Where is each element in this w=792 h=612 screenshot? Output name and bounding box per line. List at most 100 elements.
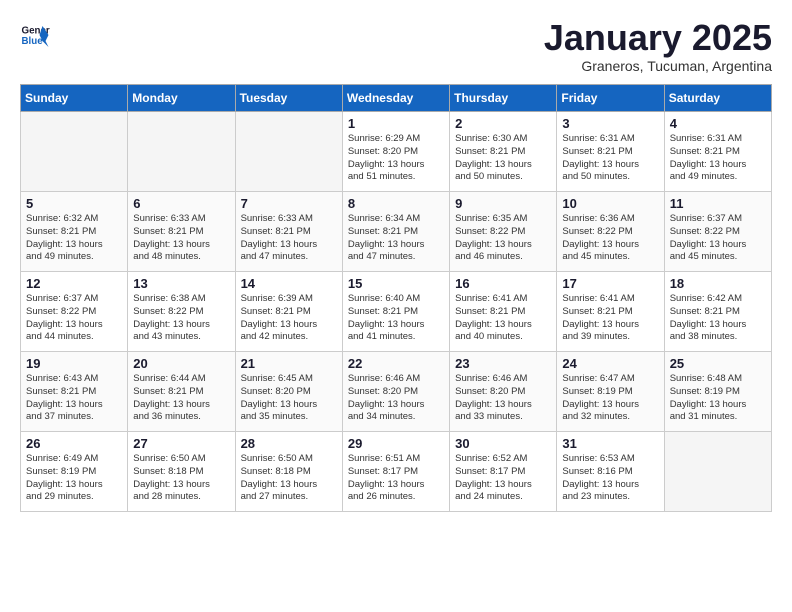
day-number: 2 (455, 116, 551, 131)
cell-info: Sunrise: 6:40 AM Sunset: 8:21 PM Dayligh… (348, 293, 444, 344)
week-row-0: 1 Sunrise: 6:29 AM Sunset: 8:20 PM Daylig… (21, 112, 772, 192)
location-subtitle: Graneros, Tucuman, Argentina (544, 58, 772, 74)
calendar-cell (128, 112, 235, 192)
calendar-cell: 31Sunrise: 6:53 AM Sunset: 8:16 PM Dayli… (557, 432, 664, 512)
cell-info: Sunrise: 6:43 AM Sunset: 8:21 PM Dayligh… (26, 373, 122, 424)
cell-info: Sunrise: 6:35 AM Sunset: 8:22 PM Dayligh… (455, 213, 551, 264)
cell-info: Sunrise: 6:33 AM Sunset: 8:21 PM Dayligh… (133, 213, 229, 264)
calendar-cell: 28 Sunrise: 6:50 AM Sunset: 8:18 PM Dayli… (235, 432, 342, 512)
weekday-header-thursday: Thursday (450, 85, 557, 112)
day-number: 29 (348, 436, 444, 451)
calendar-cell: 23 Sunrise: 6:46 AM Sunset: 8:20 PM Dayli… (450, 352, 557, 432)
week-row-3: 19 Sunrise: 6:43 AM Sunset: 8:21 PM Dayli… (21, 352, 772, 432)
calendar-cell: 10 Sunrise: 6:36 AM Sunset: 8:22 PM Dayli… (557, 192, 664, 272)
day-number: 8 (348, 196, 444, 211)
calendar-cell: 24 Sunrise: 6:47 AM Sunset: 8:19 PM Dayli… (557, 352, 664, 432)
day-number: 20 (133, 356, 229, 371)
cell-info: Sunrise: 6:42 AM Sunset: 8:21 PM Dayligh… (670, 293, 766, 344)
calendar-cell (664, 432, 771, 512)
weekday-header-wednesday: Wednesday (342, 85, 449, 112)
cell-info: Sunrise: 6:41 AM Sunset: 8:21 PM Dayligh… (562, 293, 658, 344)
day-number: 15 (348, 276, 444, 291)
calendar-cell: 26Sunrise: 6:49 AM Sunset: 8:19 PM Dayli… (21, 432, 128, 512)
weekday-header-friday: Friday (557, 85, 664, 112)
calendar-cell (235, 112, 342, 192)
day-number: 7 (241, 196, 337, 211)
cell-info: Sunrise: 6:47 AM Sunset: 8:19 PM Dayligh… (562, 373, 658, 424)
cell-info: Sunrise: 6:48 AM Sunset: 8:19 PM Dayligh… (670, 373, 766, 424)
cell-info: Sunrise: 6:31 AM Sunset: 8:21 PM Dayligh… (562, 133, 658, 184)
day-number: 19 (26, 356, 122, 371)
cell-info: Sunrise: 6:45 AM Sunset: 8:20 PM Dayligh… (241, 373, 337, 424)
cell-info: Sunrise: 6:32 AM Sunset: 8:21 PM Dayligh… (26, 213, 122, 264)
day-number: 25 (670, 356, 766, 371)
calendar-cell: 12 Sunrise: 6:37 AM Sunset: 8:22 PM Dayli… (21, 272, 128, 352)
cell-info: Sunrise: 6:41 AM Sunset: 8:21 PM Dayligh… (455, 293, 551, 344)
cell-info: Sunrise: 6:44 AM Sunset: 8:21 PM Dayligh… (133, 373, 229, 424)
cell-info: Sunrise: 6:30 AM Sunset: 8:21 PM Dayligh… (455, 133, 551, 184)
calendar-cell: 18 Sunrise: 6:42 AM Sunset: 8:21 PM Dayli… (664, 272, 771, 352)
calendar-cell: 2 Sunrise: 6:30 AM Sunset: 8:21 PM Daylig… (450, 112, 557, 192)
cell-info: Sunrise: 6:38 AM Sunset: 8:22 PM Dayligh… (133, 293, 229, 344)
cell-info: Sunrise: 6:36 AM Sunset: 8:22 PM Dayligh… (562, 213, 658, 264)
weekday-header-monday: Monday (128, 85, 235, 112)
day-number: 17 (562, 276, 658, 291)
calendar-cell: 4 Sunrise: 6:31 AM Sunset: 8:21 PM Daylig… (664, 112, 771, 192)
calendar-cell: 25 Sunrise: 6:48 AM Sunset: 8:19 PM Dayli… (664, 352, 771, 432)
cell-info: Sunrise: 6:50 AM Sunset: 8:18 PM Dayligh… (133, 453, 229, 504)
week-row-1: 5 Sunrise: 6:32 AM Sunset: 8:21 PM Daylig… (21, 192, 772, 272)
week-row-4: 26Sunrise: 6:49 AM Sunset: 8:19 PM Dayli… (21, 432, 772, 512)
day-number: 24 (562, 356, 658, 371)
day-number: 28 (241, 436, 337, 451)
title-block: January 2025 Graneros, Tucuman, Argentin… (544, 20, 772, 74)
calendar-cell: 15 Sunrise: 6:40 AM Sunset: 8:21 PM Dayli… (342, 272, 449, 352)
page-header: General Blue January 2025 Graneros, Tucu… (20, 20, 772, 74)
svg-text:Blue: Blue (22, 36, 44, 47)
day-number: 4 (670, 116, 766, 131)
calendar-cell: 16Sunrise: 6:41 AM Sunset: 8:21 PM Dayli… (450, 272, 557, 352)
day-number: 14 (241, 276, 337, 291)
cell-info: Sunrise: 6:50 AM Sunset: 8:18 PM Dayligh… (241, 453, 337, 504)
day-number: 9 (455, 196, 551, 211)
weekday-header-sunday: Sunday (21, 85, 128, 112)
day-number: 10 (562, 196, 658, 211)
cell-info: Sunrise: 6:34 AM Sunset: 8:21 PM Dayligh… (348, 213, 444, 264)
day-number: 27 (133, 436, 229, 451)
cell-info: Sunrise: 6:29 AM Sunset: 8:20 PM Dayligh… (348, 133, 444, 184)
cell-info: Sunrise: 6:49 AM Sunset: 8:19 PM Dayligh… (26, 453, 122, 504)
calendar-cell: 11Sunrise: 6:37 AM Sunset: 8:22 PM Dayli… (664, 192, 771, 272)
cell-info: Sunrise: 6:39 AM Sunset: 8:21 PM Dayligh… (241, 293, 337, 344)
day-number: 30 (455, 436, 551, 451)
calendar-cell: 21 Sunrise: 6:45 AM Sunset: 8:20 PM Dayli… (235, 352, 342, 432)
calendar-cell: 14 Sunrise: 6:39 AM Sunset: 8:21 PM Dayli… (235, 272, 342, 352)
weekday-header-row: SundayMondayTuesdayWednesdayThursdayFrid… (21, 85, 772, 112)
calendar-cell: 22 Sunrise: 6:46 AM Sunset: 8:20 PM Dayli… (342, 352, 449, 432)
day-number: 22 (348, 356, 444, 371)
day-number: 31 (562, 436, 658, 451)
weekday-header-tuesday: Tuesday (235, 85, 342, 112)
calendar-cell: 17 Sunrise: 6:41 AM Sunset: 8:21 PM Dayli… (557, 272, 664, 352)
calendar-cell: 1 Sunrise: 6:29 AM Sunset: 8:20 PM Daylig… (342, 112, 449, 192)
day-number: 18 (670, 276, 766, 291)
cell-info: Sunrise: 6:51 AM Sunset: 8:17 PM Dayligh… (348, 453, 444, 504)
calendar-table: SundayMondayTuesdayWednesdayThursdayFrid… (20, 84, 772, 512)
calendar-cell: 5 Sunrise: 6:32 AM Sunset: 8:21 PM Daylig… (21, 192, 128, 272)
week-row-2: 12 Sunrise: 6:37 AM Sunset: 8:22 PM Dayli… (21, 272, 772, 352)
day-number: 6 (133, 196, 229, 211)
cell-info: Sunrise: 6:31 AM Sunset: 8:21 PM Dayligh… (670, 133, 766, 184)
cell-info: Sunrise: 6:37 AM Sunset: 8:22 PM Dayligh… (26, 293, 122, 344)
cell-info: Sunrise: 6:52 AM Sunset: 8:17 PM Dayligh… (455, 453, 551, 504)
day-number: 23 (455, 356, 551, 371)
cell-info: Sunrise: 6:46 AM Sunset: 8:20 PM Dayligh… (455, 373, 551, 424)
calendar-cell: 20 Sunrise: 6:44 AM Sunset: 8:21 PM Dayli… (128, 352, 235, 432)
day-number: 21 (241, 356, 337, 371)
day-number: 12 (26, 276, 122, 291)
weekday-header-saturday: Saturday (664, 85, 771, 112)
calendar-cell (21, 112, 128, 192)
day-number: 5 (26, 196, 122, 211)
cell-info: Sunrise: 6:46 AM Sunset: 8:20 PM Dayligh… (348, 373, 444, 424)
day-number: 11 (670, 196, 766, 211)
logo-icon: General Blue (20, 20, 50, 50)
calendar-cell: 6 Sunrise: 6:33 AM Sunset: 8:21 PM Daylig… (128, 192, 235, 272)
day-number: 1 (348, 116, 444, 131)
